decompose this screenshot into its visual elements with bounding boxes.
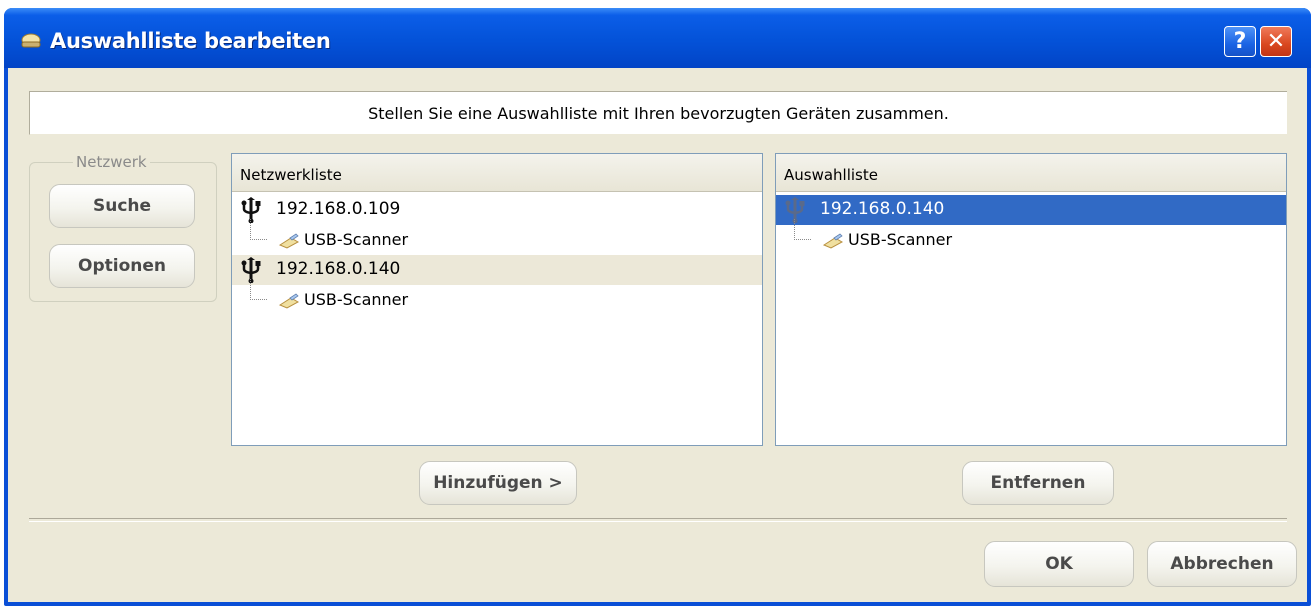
network-list-item-1[interactable]: 192.168.0.109 — [232, 195, 762, 225]
tree-connector — [250, 279, 267, 300]
tree-connector — [250, 219, 267, 240]
selection-list-child-1[interactable]: USB-Scanner — [776, 219, 1286, 255]
network-list-child-2[interactable]: USB-Scanner — [232, 279, 762, 315]
footer-divider — [29, 518, 1287, 522]
scanner-icon — [278, 233, 300, 249]
scanner-icon — [822, 233, 844, 249]
tree-connector — [794, 219, 811, 240]
network-list[interactable]: Netzwerkliste 192.168.0.109 USB-Scanner … — [231, 153, 763, 446]
network-device-label: USB-Scanner — [304, 290, 409, 309]
info-panel: Stellen Sie eine Auswahlliste mit Ihren … — [29, 91, 1287, 135]
network-list-item-2[interactable]: 192.168.0.140 — [232, 255, 762, 285]
search-button[interactable]: Suche — [49, 184, 195, 228]
network-group: Netzwerk Suche Optionen — [29, 153, 217, 302]
network-group-label: Netzwerk — [73, 153, 150, 171]
network-ip-label: 192.168.0.109 — [276, 199, 401, 219]
options-button[interactable]: Optionen — [49, 244, 195, 288]
dialog-client-area: Stellen Sie eine Auswahlliste mit Ihren … — [8, 68, 1307, 602]
network-list-child-1[interactable]: USB-Scanner — [232, 219, 762, 255]
scanner-app-icon — [21, 33, 41, 48]
info-text: Stellen Sie eine Auswahlliste mit Ihren … — [368, 104, 949, 123]
cancel-button[interactable]: Abbrechen — [1147, 541, 1297, 587]
remove-button[interactable]: Entfernen — [962, 461, 1114, 505]
close-button[interactable]: ✕ — [1260, 26, 1292, 57]
window-title: Auswahlliste bearbeiten — [50, 29, 331, 53]
help-button[interactable]: ? — [1224, 26, 1256, 57]
add-button[interactable]: Hinzufügen > — [419, 461, 577, 505]
selection-ip-label: 192.168.0.140 — [820, 199, 945, 219]
selection-list-item-1[interactable]: 192.168.0.140 — [776, 195, 1286, 225]
network-ip-label: 192.168.0.140 — [276, 259, 401, 279]
ok-button[interactable]: OK — [984, 541, 1134, 587]
dialog-window: Auswahlliste bearbeiten ? ✕ Stellen Sie … — [4, 8, 1311, 606]
selection-list-header[interactable]: Auswahlliste — [776, 154, 1286, 192]
network-device-label: USB-Scanner — [304, 230, 409, 249]
scanner-icon — [278, 293, 300, 309]
selection-list[interactable]: Auswahlliste 192.168.0.140 USB-Scanner — [775, 153, 1287, 446]
title-bar[interactable]: Auswahlliste bearbeiten ? ✕ — [4, 8, 1311, 68]
selection-device-label: USB-Scanner — [848, 230, 953, 249]
network-list-header[interactable]: Netzwerkliste — [232, 154, 762, 192]
